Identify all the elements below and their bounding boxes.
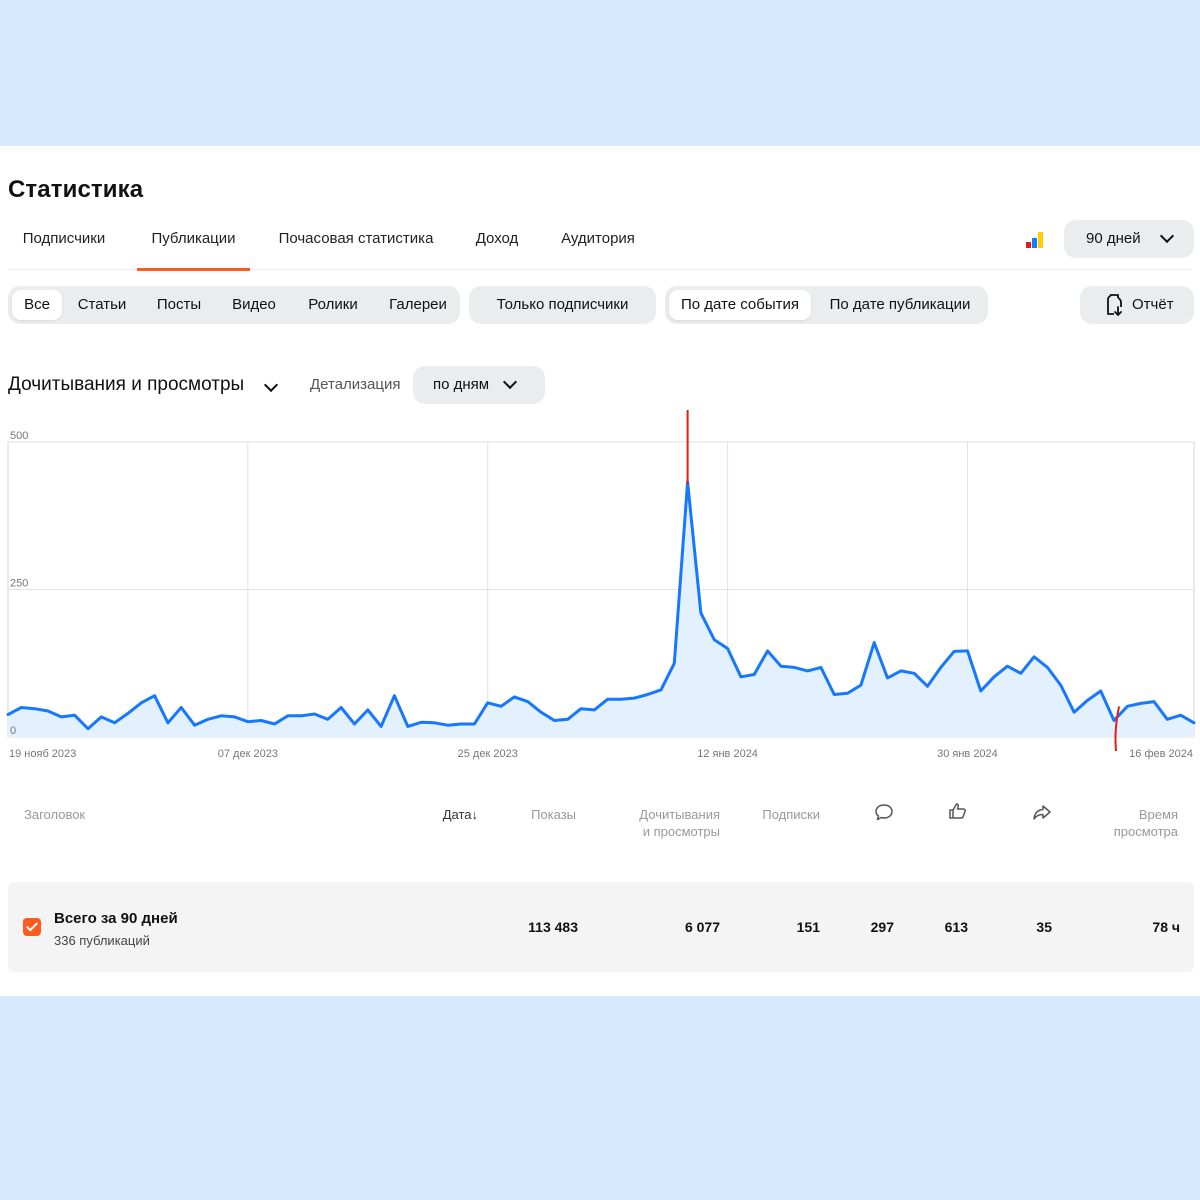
tab-bar: Подписчики Публикации Почасовая статисти…: [8, 220, 1192, 271]
filter-videos[interactable]: Видео: [224, 290, 284, 320]
filter-all[interactable]: Все: [12, 290, 62, 320]
subscribers-only-label: Только подписчики: [496, 296, 629, 313]
column-date[interactable]: Дата↓: [430, 806, 478, 823]
chevron-down-icon: [1159, 228, 1175, 244]
y-tick-label: 500: [10, 430, 28, 442]
reads-views-chart: 0 250 500 19 нояб 2023 07 дек 2023 25 дек 202…: [6, 410, 1196, 760]
column-impressions[interactable]: Показы: [510, 806, 576, 823]
filter-shorts[interactable]: Ролики: [298, 290, 368, 320]
detail-value: по дням: [433, 376, 490, 393]
total-shares: 35: [1036, 919, 1052, 935]
total-subtitle: 336 публикаций: [54, 933, 150, 948]
tab-subscribers[interactable]: Подписчики: [8, 220, 120, 270]
total-impressions: 113 483: [528, 919, 578, 935]
chevron-down-icon: [502, 374, 518, 390]
x-tick-label: 12 янв 2024: [697, 748, 758, 760]
x-tick-label: 25 дек 2023: [458, 748, 518, 760]
column-reads-line2: и просмотры: [642, 824, 720, 839]
date-mode-filter: По дате события По дате публикации: [665, 286, 988, 324]
subscribers-only-toggle[interactable]: Только подписчики: [469, 286, 656, 324]
detail-select[interactable]: по дням: [413, 366, 545, 404]
column-subscriptions[interactable]: Подписки: [740, 806, 820, 823]
report-export-icon: [1107, 294, 1122, 316]
thumbs-up-icon[interactable]: [948, 801, 968, 821]
bar-chart-icon[interactable]: [1026, 232, 1046, 248]
x-tick-label: 07 дек 2023: [218, 748, 278, 760]
total-reads: 6 077: [684, 919, 720, 935]
total-title: Всего за 90 дней: [54, 910, 178, 927]
date-mode-event[interactable]: По дате события: [669, 290, 811, 320]
tab-income[interactable]: Доход: [468, 220, 526, 270]
column-watch-time-line1: Время: [1138, 807, 1178, 822]
page-title: Статистика: [8, 176, 144, 203]
total-watch-time: 78 ч: [1152, 919, 1180, 935]
column-title[interactable]: Заголовок: [24, 806, 85, 823]
column-watch-time[interactable]: Время просмотра: [1090, 806, 1178, 840]
column-reads-line1: Дочитывания: [639, 807, 720, 822]
report-button[interactable]: Отчёт: [1080, 286, 1194, 324]
area-fill: [8, 482, 1194, 737]
metric-select[interactable]: Дочитывания и просмотры: [8, 374, 244, 396]
detail-label: Детализация: [310, 376, 401, 393]
x-tick-label: 30 янв 2024: [937, 748, 998, 760]
total-subscriptions: 151: [796, 919, 820, 935]
column-date-label: Дата: [442, 807, 472, 822]
column-watch-time-line2: просмотра: [1113, 824, 1178, 839]
period-label: 90 дней: [1086, 230, 1141, 247]
column-reads[interactable]: Дочитывания и просмотры: [610, 806, 720, 840]
tab-hourly-stats[interactable]: Почасовая статистика: [273, 220, 439, 270]
content-type-filter: Все Статьи Посты Видео Ролики Галереи: [8, 286, 460, 324]
statistics-panel: Статистика Подписчики Публикации Почасов…: [0, 146, 1200, 996]
total-comments: 297: [870, 919, 894, 935]
chevron-down-icon[interactable]: [263, 377, 279, 393]
share-icon[interactable]: [1032, 802, 1052, 822]
sort-down-arrow-icon: ↓: [471, 807, 479, 822]
x-tick-label: 19 нояб 2023: [9, 748, 76, 760]
total-likes: 613: [944, 919, 968, 935]
tab-publications[interactable]: Публикации: [137, 220, 250, 271]
filter-posts[interactable]: Посты: [149, 290, 209, 320]
date-mode-publication[interactable]: По дате публикации: [817, 290, 983, 320]
y-tick-label: 0: [10, 725, 16, 737]
total-checkbox[interactable]: [23, 918, 41, 936]
comment-icon[interactable]: [874, 802, 894, 822]
x-tick-label: 16 фев 2024: [1129, 748, 1193, 760]
y-tick-label: 250: [10, 578, 28, 590]
period-select[interactable]: 90 дней: [1064, 220, 1194, 258]
filter-articles[interactable]: Статьи: [72, 290, 132, 320]
filter-galleries[interactable]: Галереи: [382, 290, 454, 320]
total-row: Всего за 90 дней 336 публикаций 113 483 …: [8, 882, 1194, 972]
report-label: Отчёт: [1132, 296, 1174, 313]
tab-audience[interactable]: Аудитория: [554, 220, 642, 270]
